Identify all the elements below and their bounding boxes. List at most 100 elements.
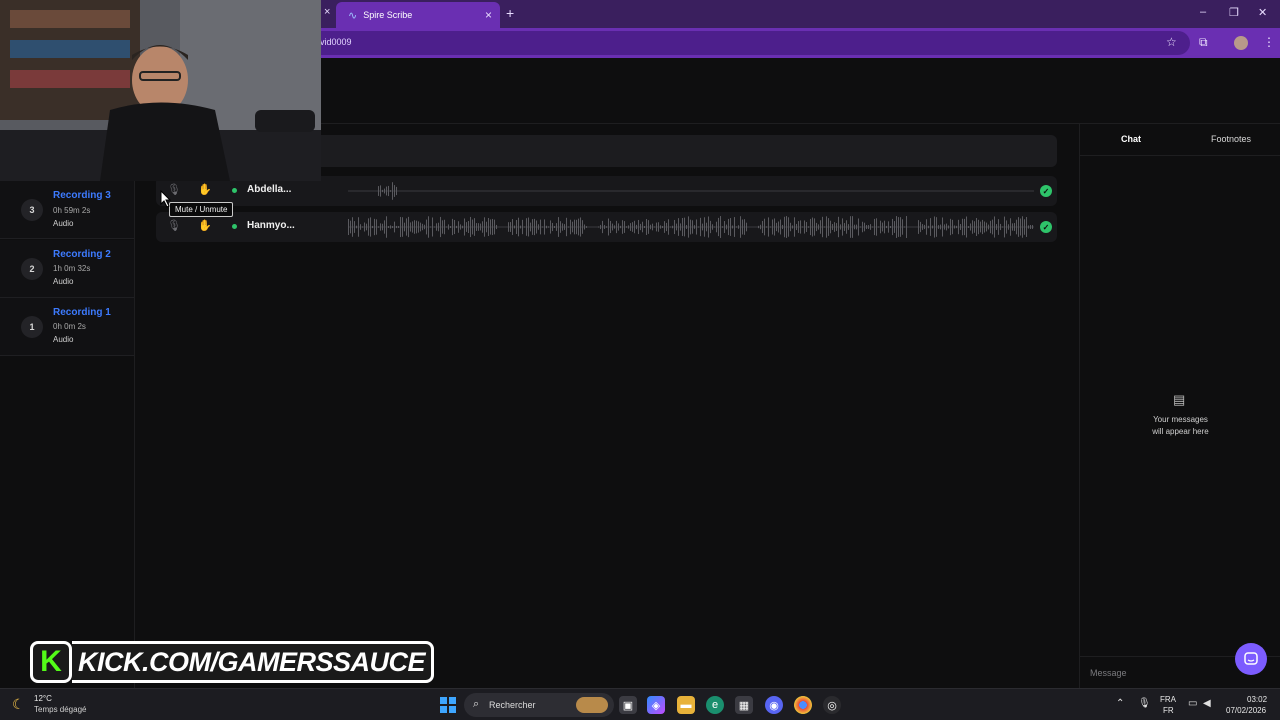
keyboard-layout[interactable]: FR [1163,706,1174,715]
volume-icon[interactable]: ◀ [1203,698,1211,709]
waveform-bar [858,218,859,236]
online-status-dot [232,224,237,229]
waveform-bar [370,217,371,237]
discord-icon[interactable]: ◉ [765,696,783,714]
task-view-icon[interactable]: ▣ [619,696,637,714]
waveform-bar [654,226,655,228]
recording-title[interactable]: Recording 1 [53,307,111,318]
url-field[interactable]: vid0009 [300,31,1190,55]
webcam-overlay [0,0,321,181]
waveform-bar [538,224,539,230]
waveform-bar [696,219,697,235]
clock-time[interactable]: 03:02 [1247,695,1267,704]
network-icon[interactable]: ▭ [1188,698,1197,709]
close-tab-icon[interactable]: × [485,8,492,22]
waveform-bar [848,224,849,230]
waveform-bar [740,216,741,238]
windows-start-button[interactable] [440,697,456,713]
waveform-bar [558,217,559,237]
waveform-bar [424,224,425,230]
waveform-bar [388,226,389,228]
waveform-bar [642,221,643,233]
search-icon: ⌕ [473,698,480,710]
waveform-bar [434,226,435,228]
waveform-bar [892,218,893,236]
waveform-bar [958,219,959,235]
waveform-bar [734,217,735,237]
waveform-bar [730,218,731,236]
waveform-bar [890,225,891,229]
tab-footnotes[interactable]: Footnotes [1211,134,1251,144]
bookmark-star-icon[interactable]: ☆ [1166,35,1177,49]
waveform-bar [870,224,871,230]
moon-weather-icon[interactable]: ☾ [12,696,25,713]
waveform-bar [362,226,363,228]
waveform-bar [930,218,931,236]
waveform-bar [962,218,963,236]
waveform-bar [1030,224,1031,230]
minimize-window-icon[interactable]: – [1200,6,1206,18]
taskbar-search[interactable]: ⌕ Rechercher [464,693,614,717]
recording-title[interactable]: Recording 2 [53,249,111,260]
waveform-bar [776,222,777,232]
waveform-bar [830,220,831,234]
extensions-icon[interactable]: ⧉ [1199,35,1208,50]
url-text: vid0009 [320,37,352,47]
show-hidden-icons-icon[interactable]: ⌃ [1116,698,1124,709]
profile-avatar[interactable] [1234,36,1248,50]
microphone-tray-icon[interactable]: 🎙 [1138,698,1151,709]
recording-item-3[interactable]: 3 Recording 3 0h 59m 2s Audio [0,181,134,239]
close-tab-icon[interactable]: × [324,6,330,18]
waveform-bar [606,226,607,228]
restore-window-icon[interactable]: ❐ [1229,6,1239,19]
waveform-bar [530,222,531,232]
waveform-bar [608,218,609,236]
waveform-bar [428,216,429,238]
clock-date[interactable]: 07/02/2026 [1226,706,1266,715]
recording-item-1[interactable]: 1 Recording 1 0h 0m 2s Audio [0,298,134,356]
waveform-bar [922,224,923,230]
waveform-bar [856,224,857,230]
waveform-bar [698,226,699,228]
waveform-bar [396,225,397,229]
recording-duration: 1h 0m 32s [53,264,91,273]
tab-chat[interactable]: Chat [1121,134,1141,144]
browser-menu-icon[interactable]: ⋮ [1263,35,1275,49]
message-input[interactable] [1090,665,1230,681]
recording-item-2[interactable]: 2 Recording 2 1h 0m 32s Audio [0,240,134,298]
microsoft-store-icon[interactable]: ▦ [735,696,753,714]
start-tile [440,706,447,713]
waveform-bar [436,223,437,231]
recording-title[interactable]: Recording 3 [53,190,111,201]
waveform-bar [542,226,543,228]
waveform-bar [842,218,843,236]
waveform-bar [396,186,397,196]
waveform-bar [850,216,851,238]
waveform-bar [378,226,379,228]
browser-tab-spire-scribe[interactable]: ∿ Spire Scribe × [336,2,500,28]
waveform-bar [380,185,381,197]
raise-hand-icon[interactable]: ✋ [198,219,212,232]
audio-waveform[interactable] [348,179,1034,203]
new-tab-button[interactable]: + [506,5,514,21]
chrome-icon[interactable] [794,696,812,714]
audio-waveform[interactable] [348,215,1034,239]
waveform-bar [384,220,385,234]
edge-browser-icon[interactable]: e [706,696,724,714]
online-status-dot [232,188,237,193]
mute-microphone-icon[interactable]: 🎙 [167,219,181,232]
help-chat-button[interactable] [1235,643,1267,675]
waveform-bar [568,226,569,228]
close-window-icon[interactable]: ✕ [1258,6,1267,19]
copilot-icon[interactable]: ◈ [647,696,665,714]
spire-logo-icon: ∿ [348,9,358,22]
waveform-bar [640,223,641,231]
waveform-bar [806,222,807,232]
input-language[interactable]: FRA [1160,695,1176,704]
waveform-bar [810,218,811,236]
start-tile [440,697,447,704]
waveform-bar [788,217,789,237]
raise-hand-icon[interactable]: ✋ [198,183,212,196]
file-explorer-icon[interactable]: ▬ [677,696,695,714]
obs-studio-icon[interactable]: ◎ [823,696,841,714]
